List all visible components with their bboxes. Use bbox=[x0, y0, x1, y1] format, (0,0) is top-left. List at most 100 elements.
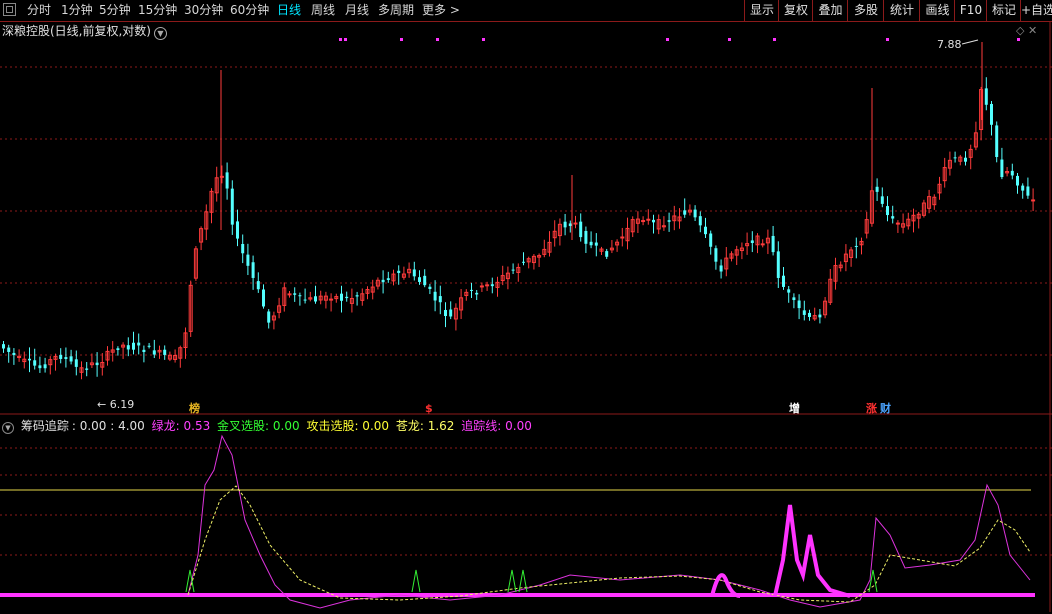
candle-down bbox=[256, 281, 260, 290]
candle-down bbox=[667, 220, 671, 222]
candle-up bbox=[812, 315, 817, 320]
candle-up bbox=[500, 275, 505, 282]
signal-dot bbox=[886, 38, 889, 41]
chevron-down-icon[interactable]: ▼ bbox=[2, 422, 14, 434]
candle-up bbox=[599, 248, 604, 252]
f10-button[interactable]: F10 bbox=[954, 0, 987, 21]
candle-up bbox=[526, 258, 531, 263]
candle-down bbox=[225, 172, 229, 189]
multi-stock-button[interactable]: 多股 bbox=[847, 0, 884, 21]
candle-down bbox=[1016, 175, 1019, 186]
candle-up bbox=[937, 183, 942, 194]
candle-down bbox=[116, 348, 120, 351]
stats-button[interactable]: 统计 bbox=[883, 0, 920, 21]
period-tab-more[interactable]: 更多 > bbox=[422, 2, 460, 18]
period-tab-15min[interactable]: 15分钟 bbox=[138, 2, 177, 18]
period-tab-fenshi[interactable]: 分时 bbox=[27, 2, 51, 18]
candle-up bbox=[869, 190, 874, 224]
candle-up bbox=[901, 223, 906, 228]
candle-down bbox=[995, 125, 999, 158]
candle-down bbox=[776, 251, 780, 278]
indicator-name: 筹码追踪 bbox=[20, 419, 69, 433]
candle-up bbox=[282, 287, 287, 306]
candle-up bbox=[911, 214, 916, 222]
candle-up bbox=[625, 227, 630, 242]
candle-down bbox=[787, 289, 791, 293]
candle-up bbox=[973, 132, 978, 148]
period-tab-day[interactable]: 日线 bbox=[277, 2, 301, 18]
candle-up bbox=[542, 248, 547, 255]
candle-up bbox=[349, 297, 354, 304]
event-marker: $ bbox=[425, 402, 433, 415]
candle-up bbox=[100, 362, 105, 368]
indicator-params: : 0.00 : 4.00 bbox=[71, 419, 145, 433]
candle-up bbox=[308, 297, 313, 300]
jincha-signal bbox=[411, 569, 421, 593]
candle-down bbox=[438, 296, 442, 303]
candle-up bbox=[823, 300, 828, 316]
candle-up bbox=[173, 354, 178, 360]
candle-up bbox=[641, 220, 646, 223]
candle-up bbox=[656, 219, 661, 230]
candle-up bbox=[370, 286, 375, 293]
signal-dot bbox=[1017, 38, 1020, 41]
candle-up bbox=[318, 295, 323, 301]
candle-down bbox=[693, 209, 697, 218]
candle-down bbox=[563, 221, 567, 228]
period-tab-1min[interactable]: 1分钟 bbox=[61, 2, 93, 18]
indicator-value-zhuizong: 追踪线: 0.00 bbox=[461, 419, 532, 433]
candle-up bbox=[906, 218, 911, 227]
overlay-button[interactable]: 叠加 bbox=[812, 0, 848, 21]
candle-down bbox=[397, 270, 401, 273]
menu-icon[interactable] bbox=[3, 3, 16, 16]
candle-up bbox=[453, 307, 458, 320]
candle-up bbox=[391, 273, 396, 282]
chart-title: 深粮控股(日线,前复权,对数) ▼ bbox=[2, 22, 167, 40]
period-tab-month[interactable]: 月线 bbox=[345, 2, 369, 18]
candle-down bbox=[704, 226, 707, 235]
canglong-line bbox=[187, 485, 1031, 603]
period-tab-5min[interactable]: 5分钟 bbox=[99, 2, 131, 18]
mark-button[interactable]: 标记 bbox=[986, 0, 1021, 21]
candle-up bbox=[17, 355, 22, 359]
period-tab-30min[interactable]: 30分钟 bbox=[184, 2, 223, 18]
close-icon[interactable]: ✕ bbox=[1028, 24, 1037, 37]
add-watchlist-button[interactable]: +自选 bbox=[1020, 0, 1052, 21]
candle-down bbox=[95, 362, 99, 366]
candle-up bbox=[755, 235, 760, 246]
candle-down bbox=[444, 309, 447, 317]
candle-down bbox=[953, 157, 957, 159]
indicator-value-gongji: 攻击选股: 0.00 bbox=[306, 419, 390, 433]
candle-down bbox=[433, 291, 437, 301]
display-button[interactable]: 显示 bbox=[744, 0, 779, 21]
candle-down bbox=[137, 342, 141, 346]
candle-down bbox=[7, 347, 11, 352]
candle-up bbox=[531, 255, 536, 264]
chevron-down-icon[interactable]: ▼ bbox=[154, 27, 167, 40]
candle-down bbox=[43, 364, 47, 369]
candle-down bbox=[12, 352, 16, 356]
signal-dot bbox=[666, 38, 669, 41]
candle-up bbox=[1031, 199, 1036, 202]
signal-dot bbox=[339, 38, 342, 41]
candle-down bbox=[236, 221, 239, 239]
period-tab-week[interactable]: 周线 bbox=[311, 2, 335, 18]
candle-down bbox=[355, 295, 359, 297]
draw-line-button[interactable]: 画线 bbox=[919, 0, 955, 21]
candle-down bbox=[345, 296, 349, 299]
candle-up bbox=[516, 266, 521, 273]
candle-up bbox=[687, 209, 692, 213]
period-tab-60min[interactable]: 60分钟 bbox=[230, 2, 269, 18]
adjust-button[interactable]: 复权 bbox=[778, 0, 813, 21]
high-price-label: 7.88 bbox=[937, 38, 962, 51]
event-marker: 榜 bbox=[189, 401, 200, 415]
diamond-icon[interactable]: ◇ bbox=[1016, 24, 1024, 37]
candle-up bbox=[864, 219, 869, 234]
candle-up bbox=[22, 358, 27, 363]
candle-up bbox=[204, 211, 209, 230]
candle-down bbox=[251, 262, 255, 278]
candle-up bbox=[838, 264, 843, 269]
candle-up bbox=[552, 230, 557, 239]
period-tab-multi[interactable]: 多周期 bbox=[378, 2, 414, 18]
candle-up bbox=[79, 367, 84, 373]
